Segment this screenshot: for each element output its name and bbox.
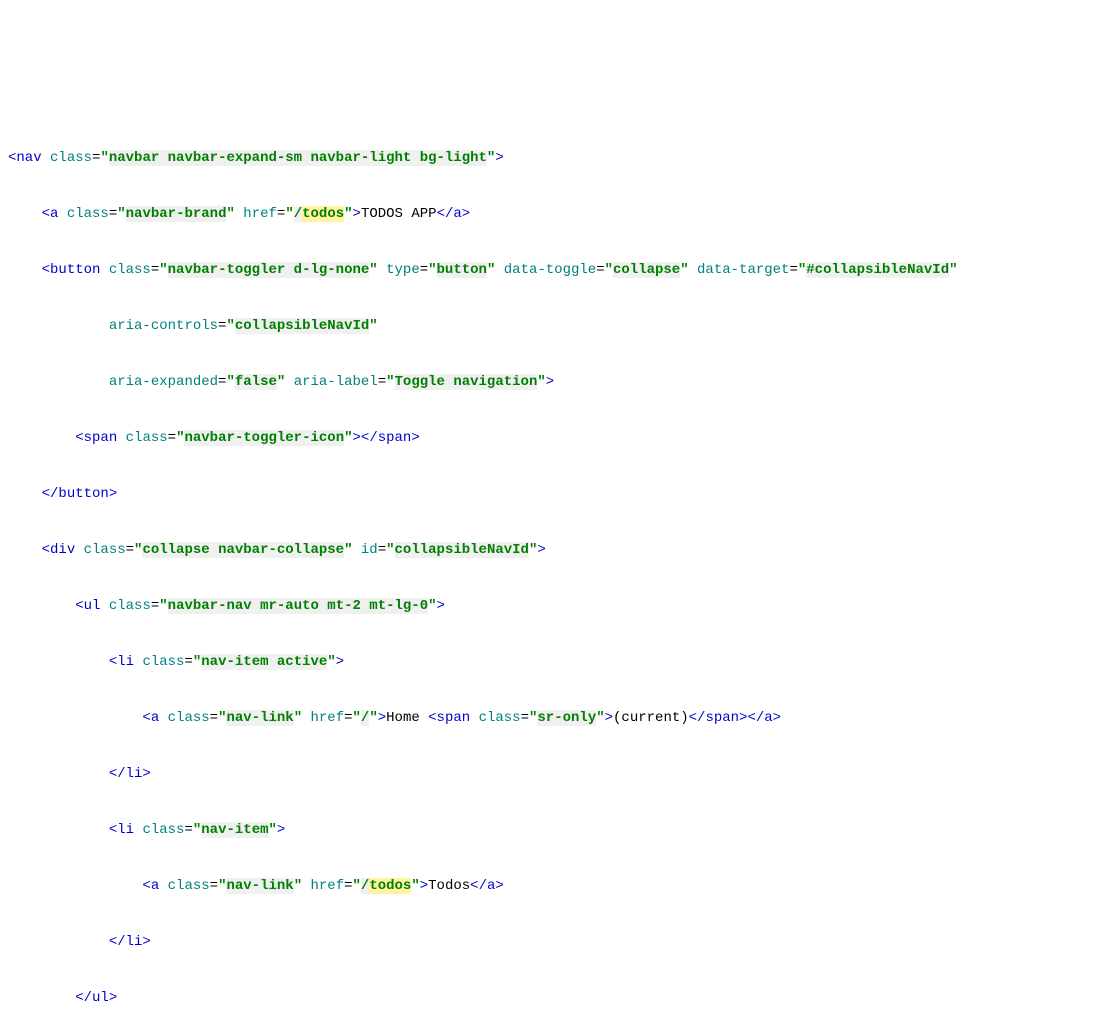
code-line: <ul class="navbar-nav mr-auto mt-2 mt-lg… xyxy=(8,592,1105,620)
code-line: <a class="navbar-brand" href="/todos">TO… xyxy=(8,200,1105,228)
code-line: </li> xyxy=(8,760,1105,788)
code-line: aria-controls="collapsibleNavId" xyxy=(8,312,1105,340)
code-line: <a class="nav-link" href="/todos">Todos<… xyxy=(8,872,1105,900)
code-line: <a class="nav-link" href="/">Home <span … xyxy=(8,704,1105,732)
code-line: <span class="navbar-toggler-icon"></span… xyxy=(8,424,1105,452)
code-line: <button class="navbar-toggler d-lg-none"… xyxy=(8,256,1105,284)
highlight-todos: todos xyxy=(369,878,411,894)
code-line: aria-expanded="false" aria-label="Toggle… xyxy=(8,368,1105,396)
code-line: <nav class="navbar navbar-expand-sm navb… xyxy=(8,144,1105,172)
code-snippet: <nav class="navbar navbar-expand-sm navb… xyxy=(8,116,1105,1018)
code-line: </ul> xyxy=(8,984,1105,1012)
code-line: </button> xyxy=(8,480,1105,508)
highlight-todos: todos xyxy=(302,206,344,222)
code-line: <li class="nav-item active"> xyxy=(8,648,1105,676)
code-line: <div class="collapse navbar-collapse" id… xyxy=(8,536,1105,564)
code-line: </li> xyxy=(8,928,1105,956)
code-line: <li class="nav-item"> xyxy=(8,816,1105,844)
